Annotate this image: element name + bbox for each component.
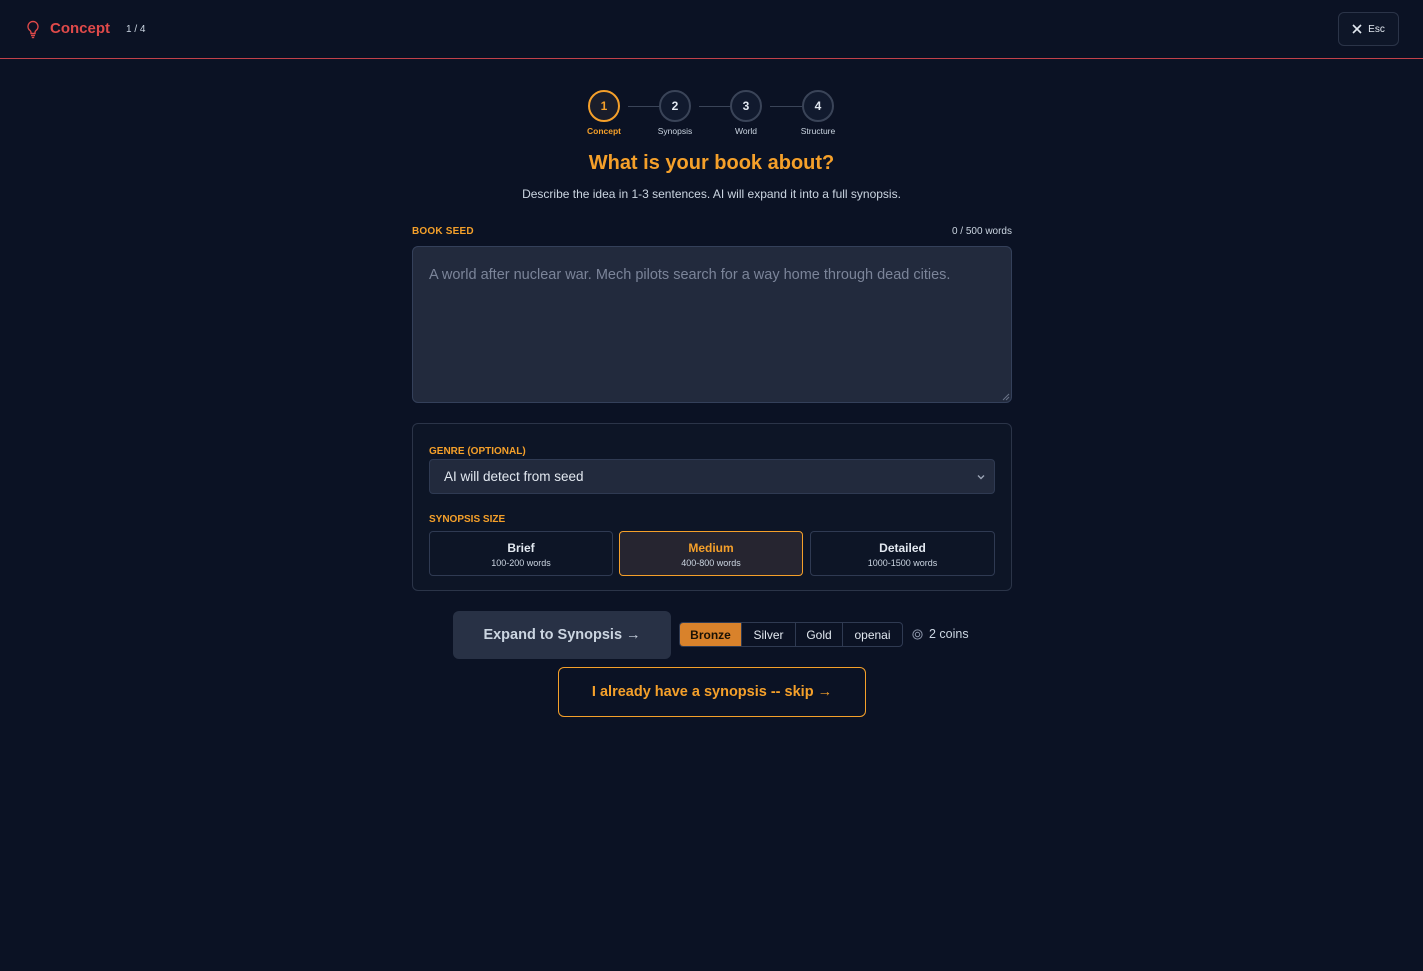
coin-icon (912, 628, 923, 640)
size-option-detailed[interactable]: Detailed 1000-1500 words (810, 531, 995, 576)
size-option-title: Medium (688, 541, 734, 555)
step-number: 3 (730, 90, 762, 122)
top-bar: Concept 1 / 4 Esc (0, 0, 1423, 59)
step-label: Structure (800, 126, 836, 136)
size-option-range: 400-800 words (681, 558, 741, 568)
step-label: World (734, 126, 758, 136)
step-label: Concept (587, 126, 621, 136)
skip-synopsis-button[interactable]: I already have a synopsis -- skip → (558, 667, 866, 717)
step-counter: 1 / 4 (126, 24, 146, 35)
wizard-stepper: 1 Concept 2 Synopsis 3 World 4 Structure (580, 90, 850, 140)
main-heading: What is your book about? (588, 152, 835, 174)
step-number: 1 (588, 90, 620, 122)
resize-handle-icon[interactable] (1002, 393, 1010, 401)
tier-silver[interactable]: Silver (742, 623, 796, 646)
step-world[interactable]: 3 World (721, 90, 771, 136)
genre-label: GENRE (OPTIONAL) (429, 446, 526, 457)
synopsis-size-label: SYNOPSIS SIZE (429, 514, 506, 525)
coin-cost: 2 coins (912, 627, 969, 641)
close-button[interactable]: Esc (1338, 12, 1399, 46)
size-option-brief[interactable]: Brief 100-200 words (429, 531, 613, 576)
size-option-title: Brief (507, 541, 535, 555)
genre-select[interactable]: AI will detect from seed (429, 459, 995, 494)
step-number: 2 (659, 90, 691, 122)
book-seed-label: BOOK SEED (412, 226, 474, 237)
lightbulb-icon (27, 20, 39, 39)
model-tier-selector: Bronze Silver Gold openai (679, 622, 903, 647)
close-label: Esc (1368, 23, 1385, 35)
step-label: Synopsis (657, 126, 693, 136)
size-option-medium[interactable]: Medium 400-800 words (619, 531, 803, 576)
size-option-range: 100-200 words (491, 558, 551, 568)
word-count: 0 / 500 words (951, 226, 1012, 237)
step-structure[interactable]: 4 Structure (793, 90, 843, 136)
step-number: 4 (802, 90, 834, 122)
tier-openai[interactable]: openai (843, 623, 902, 646)
main-subheading: Describe the idea in 1-3 sentences. AI w… (522, 187, 901, 201)
page-title: Concept (50, 20, 110, 37)
tier-bronze[interactable]: Bronze (680, 623, 742, 646)
size-option-title: Detailed (879, 541, 926, 555)
chevron-down-icon (977, 475, 985, 480)
expand-to-synopsis-button[interactable]: Expand to Synopsis → (453, 611, 671, 659)
book-seed-input[interactable] (412, 246, 1012, 403)
step-concept[interactable]: 1 Concept (579, 90, 629, 136)
tier-gold[interactable]: Gold (796, 623, 843, 646)
coin-count: 2 coins (929, 627, 969, 641)
close-icon (1352, 24, 1362, 34)
step-synopsis[interactable]: 2 Synopsis (650, 90, 700, 136)
size-option-range: 1000-1500 words (867, 558, 938, 568)
genre-value: AI will detect from seed (444, 469, 584, 484)
